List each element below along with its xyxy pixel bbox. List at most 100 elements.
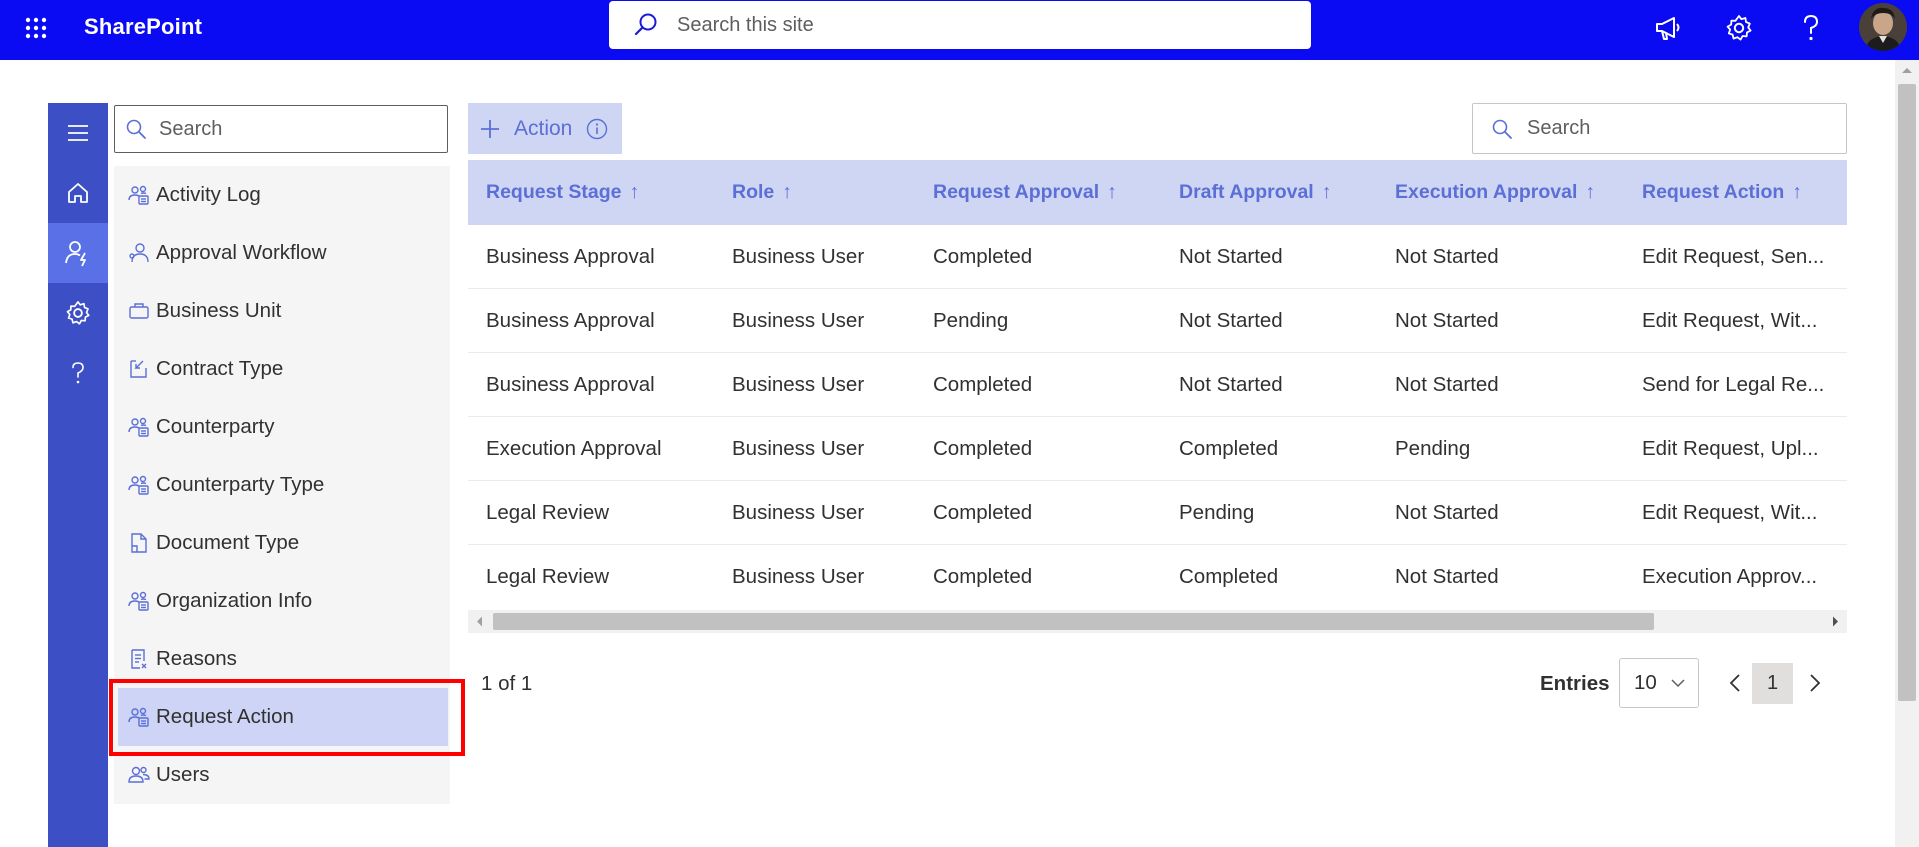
grid-search-input[interactable] <box>1527 117 1827 140</box>
column-header-label: Request Approval <box>933 181 1100 203</box>
search-icon <box>125 118 147 140</box>
app-title[interactable]: SharePoint <box>84 14 202 40</box>
column-header-execution-approval[interactable]: Execution Approval ↑ <box>1395 160 1595 225</box>
entries-dropdown[interactable]: 10 <box>1619 658 1699 708</box>
entries-value: 10 <box>1634 671 1657 694</box>
column-header-request-action[interactable]: Request Action ↑ <box>1642 160 1802 225</box>
sort-arrow-icon: ↑ <box>782 181 793 203</box>
people-icon <box>128 707 150 727</box>
table-row[interactable]: Legal Review Business User Completed Pen… <box>468 481 1847 545</box>
site-search-box[interactable] <box>609 1 1311 49</box>
user-avatar[interactable] <box>1859 3 1907 51</box>
column-header-label: Role <box>732 181 775 203</box>
users-icon <box>128 765 150 785</box>
column-header-draft-approval[interactable]: Draft Approval ↑ <box>1179 160 1331 225</box>
cell-role: Business User <box>732 565 865 588</box>
nav-item-label: Reasons <box>156 647 237 670</box>
people-icon <box>128 185 150 205</box>
page-scrollbar[interactable] <box>1895 60 1919 847</box>
people-icon <box>128 417 150 437</box>
nav-item-label: Request Action <box>156 705 294 728</box>
help-question-icon[interactable] <box>48 343 108 403</box>
column-header-request-approval[interactable]: Request Approval ↑ <box>933 160 1117 225</box>
chevron-down-icon <box>1671 678 1685 688</box>
cell-role: Business User <box>732 308 865 332</box>
nav-search-box[interactable] <box>114 105 448 153</box>
grid-horizontal-scrollbar[interactable] <box>468 610 1847 633</box>
nav-item-label: Contract Type <box>156 357 284 380</box>
grid-scrollbar-thumb[interactable] <box>493 613 1654 630</box>
cell-request-stage: Business Approval <box>486 244 655 268</box>
nav-item-document-type[interactable]: Document Type <box>114 514 450 572</box>
person-icon <box>128 243 150 263</box>
nav-item-business-unit[interactable]: Business Unit <box>114 282 450 340</box>
nav-item-approval-workflow[interactable]: Approval Workflow <box>114 224 450 282</box>
gear-icon[interactable] <box>1723 12 1755 44</box>
megaphone-icon[interactable] <box>1652 12 1684 44</box>
cell-request-approval: Completed <box>933 500 1033 524</box>
add-action-button[interactable]: Action <box>468 103 622 154</box>
nav-item-label: Counterparty Type <box>156 473 325 496</box>
entries-label: Entries <box>1540 672 1610 695</box>
table-row[interactable]: Business Approval Business User Complete… <box>468 353 1847 417</box>
nav-item-reasons[interactable]: Reasons <box>114 630 450 688</box>
nav-item-label: Activity Log <box>156 183 261 206</box>
column-header-label: Execution Approval <box>1395 181 1578 203</box>
nav-item-users[interactable]: Users <box>114 746 450 804</box>
table-row[interactable]: Business Approval Business User Complete… <box>468 225 1847 289</box>
nav-search-input[interactable] <box>159 117 439 141</box>
nav-item-counterparty[interactable]: Counterparty <box>114 398 450 456</box>
left-rail <box>48 103 108 847</box>
column-header-label: Draft Approval <box>1179 181 1314 203</box>
cell-draft-approval: Not Started <box>1179 308 1283 332</box>
table-row[interactable]: Business Approval Business User Pending … <box>468 289 1847 353</box>
nav-item-counterparty-type[interactable]: Counterparty Type <box>114 456 450 514</box>
info-icon[interactable] <box>586 118 608 140</box>
scroll-left-arrow-icon[interactable] <box>476 616 483 627</box>
page-number-button[interactable]: 1 <box>1752 663 1793 704</box>
cell-request-action: Edit Request, Sen... <box>1642 244 1825 268</box>
settings-gear-icon[interactable] <box>48 283 108 343</box>
page-scrollbar-thumb[interactable] <box>1898 84 1916 701</box>
cell-request-action: Edit Request, Upl... <box>1642 436 1819 460</box>
nav-item-label: Counterparty <box>156 415 275 438</box>
cell-request-approval: Completed <box>933 436 1033 460</box>
scroll-right-arrow-icon[interactable] <box>1832 616 1839 627</box>
settings-nav-panel: Activity Log Approval Workflow Business … <box>114 166 450 804</box>
cell-role: Business User <box>732 244 865 268</box>
cell-role: Business User <box>732 436 865 460</box>
help-icon[interactable] <box>1795 12 1827 44</box>
home-icon[interactable] <box>48 163 108 223</box>
cell-execution-approval: Pending <box>1395 436 1471 460</box>
nav-item-label: Organization Info <box>156 589 313 612</box>
cell-draft-approval: Not Started <box>1179 372 1283 396</box>
search-icon <box>1491 118 1513 140</box>
nav-item-label: Business Unit <box>156 299 282 322</box>
user-settings-icon[interactable] <box>48 223 108 283</box>
grid-search-box[interactable] <box>1472 103 1847 154</box>
table-row[interactable]: Execution Approval Business User Complet… <box>468 417 1847 481</box>
chevron-left-icon <box>1729 674 1740 692</box>
nav-item-activity-log[interactable]: Activity Log <box>114 166 450 224</box>
document-icon <box>128 533 150 553</box>
app-launcher-icon[interactable] <box>20 12 52 44</box>
nav-item-request-action[interactable]: Request Action <box>118 688 448 746</box>
next-page-button[interactable] <box>1800 668 1830 698</box>
column-header-label: Request Stage <box>486 181 622 203</box>
cell-request-approval: Completed <box>933 372 1033 396</box>
site-search-input[interactable] <box>677 13 1277 37</box>
hamburger-menu-icon[interactable] <box>48 103 108 163</box>
previous-page-button[interactable] <box>1720 668 1750 698</box>
nav-item-label: Users <box>156 763 210 786</box>
column-header-request-stage[interactable]: Request Stage ↑ <box>486 160 639 225</box>
cell-request-action: Send for Legal Re... <box>1642 372 1825 396</box>
page-summary: 1 of 1 <box>481 672 533 695</box>
column-header-role[interactable]: Role ↑ <box>732 160 792 225</box>
nav-item-contract-type[interactable]: Contract Type <box>114 340 450 398</box>
cell-execution-approval: Not Started <box>1395 308 1499 332</box>
cell-draft-approval: Completed <box>1179 436 1279 460</box>
cell-request-stage: Business Approval <box>486 308 655 332</box>
nav-item-organization-info[interactable]: Organization Info <box>114 572 450 630</box>
table-row[interactable]: Legal Review Business User Completed Com… <box>468 545 1847 609</box>
cell-request-approval: Completed <box>933 244 1033 268</box>
